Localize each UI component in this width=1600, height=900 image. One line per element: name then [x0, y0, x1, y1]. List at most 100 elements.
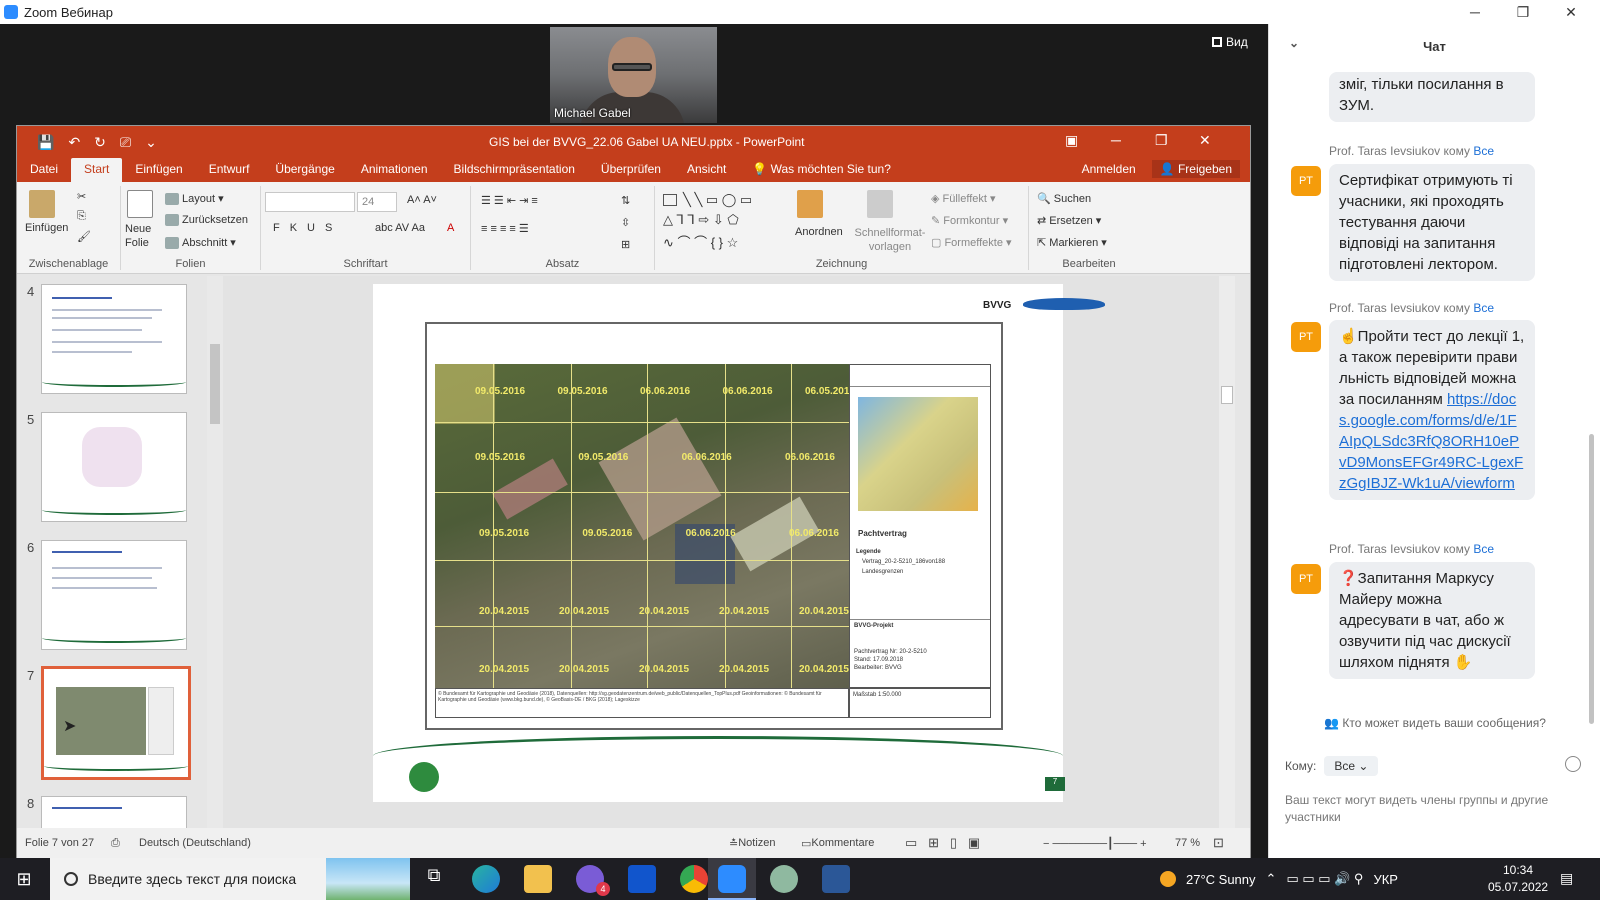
- tab-start[interactable]: Start: [71, 158, 123, 182]
- shape-effects-button[interactable]: ▢ Formeffekte ▾: [931, 236, 1012, 249]
- taskbar-search[interactable]: Введите здесь текст для поиска: [50, 858, 410, 900]
- spellcheck-icon[interactable]: ⎙: [111, 837, 120, 850]
- redo-icon[interactable]: ↻: [94, 134, 106, 151]
- comments-button[interactable]: ▭ Kommentare: [801, 837, 874, 850]
- tab-animationen[interactable]: Animationen: [348, 158, 441, 182]
- restore-button[interactable]: ❐: [1500, 0, 1546, 24]
- tab-datei[interactable]: Datei: [17, 158, 71, 182]
- ppt-close-button[interactable]: ✕: [1199, 132, 1211, 149]
- arrange-button[interactable]: Anordnen: [795, 226, 843, 238]
- word-icon[interactable]: [822, 865, 850, 893]
- save-icon[interactable]: 💾: [37, 134, 54, 151]
- ppt-minimize-button[interactable]: ─: [1111, 132, 1121, 148]
- tell-me-box[interactable]: 💡 Was möchten Sie tun?: [739, 158, 904, 182]
- weather-text[interactable]: 27°C Sunny: [1186, 872, 1256, 887]
- who-can-see-link[interactable]: 👥 Кто может видеть ваши сообщения?: [1269, 716, 1600, 730]
- quick-styles-icon[interactable]: [867, 190, 896, 218]
- notes-button[interactable]: ≛ Notizen: [729, 837, 776, 850]
- view-mode-icons[interactable]: ▭ ⊞ ▯ ▣: [905, 835, 980, 851]
- tray-icons[interactable]: ▭ ▭ ▭ 🔊 ⚲: [1286, 871, 1363, 887]
- reset-button[interactable]: Zurücksetzen: [165, 214, 248, 227]
- recipient-dropdown[interactable]: Все ⌄: [1324, 756, 1379, 776]
- zoom-taskbar-icon[interactable]: [718, 865, 746, 893]
- tray-overflow-icon[interactable]: ⌃: [1266, 871, 1277, 887]
- language-indicator[interactable]: Deutsch (Deutschland): [139, 837, 251, 849]
- recipient-link[interactable]: Все: [1473, 301, 1494, 315]
- char-spacing-icon[interactable]: abc AV Aa: [375, 222, 425, 234]
- ribbon-display-icon[interactable]: ▣: [1065, 132, 1078, 149]
- edge-icon[interactable]: [472, 865, 500, 893]
- bullets-icon[interactable]: ☰ ☰ ⇤ ⇥ ≡: [481, 194, 538, 207]
- slide-thumbnail-5[interactable]: [41, 412, 187, 522]
- view-button[interactable]: Вид: [1212, 35, 1248, 49]
- sign-in-link[interactable]: Anmelden: [1082, 162, 1136, 176]
- clock[interactable]: 10:34 05.07.2022: [1488, 862, 1548, 896]
- file-explorer-icon[interactable]: [524, 865, 552, 893]
- tab-bildschirmpraesentation[interactable]: Bildschirmpräsentation: [441, 158, 588, 182]
- replace-button[interactable]: ⇄ Ersetzen ▾: [1037, 214, 1101, 227]
- font-format-buttons[interactable]: FKUS: [273, 222, 342, 234]
- select-button[interactable]: ⇱ Markieren ▾: [1037, 236, 1107, 249]
- chevron-down-icon[interactable]: ⌄: [1289, 36, 1299, 50]
- webex-icon[interactable]: [628, 865, 656, 893]
- chat-input[interactable]: Ваш текст могут видеть члены группы и др…: [1285, 792, 1585, 826]
- slide-scrollbar[interactable]: [1219, 276, 1235, 828]
- font-size-field[interactable]: 24: [357, 192, 397, 212]
- tab-entwurf[interactable]: Entwurf: [196, 158, 263, 182]
- notifications-icon[interactable]: ▤: [1560, 870, 1573, 887]
- text-direction-icon[interactable]: ⇅: [621, 194, 630, 207]
- format-painter-icon[interactable]: 🖌: [77, 230, 91, 243]
- arrow-shapes-icon[interactable]: △ ⅂ ⅂ ⇨ ⇩ ⬠: [663, 212, 739, 228]
- language-indicator[interactable]: УКР: [1373, 872, 1398, 887]
- copy-icon[interactable]: ⎘: [77, 210, 86, 223]
- present-icon[interactable]: ⎚: [120, 134, 131, 151]
- cut-icon[interactable]: ✂: [77, 190, 86, 203]
- paste-button[interactable]: Einfügen: [25, 222, 68, 234]
- emoji-icon[interactable]: [1565, 756, 1581, 772]
- tab-einfuegen[interactable]: Einfügen: [122, 158, 195, 182]
- close-button[interactable]: ✕: [1548, 0, 1594, 24]
- tab-ansicht[interactable]: Ansicht: [674, 158, 739, 182]
- windows-start-icon[interactable]: ⊞: [0, 858, 48, 900]
- shape-outline-button[interactable]: ✎ Formkontur ▾: [931, 214, 1008, 227]
- layout-button[interactable]: Layout ▾: [165, 192, 224, 206]
- misc-shapes-icon[interactable]: ∿ ⌒ ⌒ { } ☆: [663, 232, 738, 251]
- find-button[interactable]: 🔍 Suchen: [1037, 192, 1091, 205]
- ppt-restore-button[interactable]: ❐: [1155, 132, 1168, 149]
- tab-ueberpruefen[interactable]: Überprüfen: [588, 158, 674, 182]
- textbox-shape-icon[interactable]: [663, 194, 677, 206]
- line-shape-icon[interactable]: ╲ ╲ ▭ ◯ ▭: [683, 192, 752, 208]
- paste-icon[interactable]: [29, 190, 58, 218]
- new-slide-button[interactable]: Neue Folie: [125, 222, 161, 250]
- align-text-icon[interactable]: ⇳: [621, 216, 630, 229]
- smartart-icon[interactable]: ⊞: [621, 238, 630, 251]
- quick-styles-button[interactable]: Schnellformat-vorlagen: [851, 226, 929, 254]
- arrange-icon[interactable]: [797, 190, 826, 218]
- fit-slide-icon[interactable]: ⊡: [1213, 835, 1224, 851]
- paint-icon[interactable]: [770, 865, 798, 893]
- chrome-icon[interactable]: [680, 865, 708, 893]
- zoom-slider[interactable]: − ───────┃─── +: [1043, 837, 1147, 850]
- slide-thumbnail-4[interactable]: [41, 284, 187, 394]
- chat-scrollbar[interactable]: [1589, 434, 1594, 724]
- customize-qat-icon[interactable]: ⌄: [145, 134, 157, 151]
- new-slide-icon[interactable]: [127, 190, 156, 218]
- minimize-button[interactable]: ─: [1452, 0, 1498, 24]
- slide-thumbnail-6[interactable]: [41, 540, 187, 650]
- grow-font-icon[interactable]: A˄ A˅: [407, 194, 437, 206]
- thumbnail-scrollbar[interactable]: [207, 276, 223, 828]
- participant-video[interactable]: Michael Gabel: [550, 27, 717, 123]
- section-button[interactable]: Abschnitt ▾: [165, 236, 236, 250]
- font-name-field[interactable]: [265, 192, 355, 212]
- undo-icon[interactable]: ↶: [68, 134, 80, 151]
- align-icons[interactable]: ≡ ≡ ≡ ≡ ☰: [481, 222, 529, 235]
- slide-thumbnail-8[interactable]: [41, 796, 187, 828]
- shape-fill-button[interactable]: ◈ Fülleffekt ▾: [931, 192, 996, 205]
- share-button[interactable]: 👤 Freigeben: [1151, 160, 1240, 178]
- tab-uebergaenge[interactable]: Übergänge: [262, 158, 347, 182]
- zoom-level[interactable]: 77 %: [1175, 837, 1200, 849]
- recipient-link[interactable]: Все: [1473, 542, 1494, 556]
- task-view-icon[interactable]: ⧉: [420, 865, 448, 893]
- recipient-link[interactable]: Все: [1473, 144, 1494, 158]
- font-color-icon[interactable]: A: [447, 222, 454, 234]
